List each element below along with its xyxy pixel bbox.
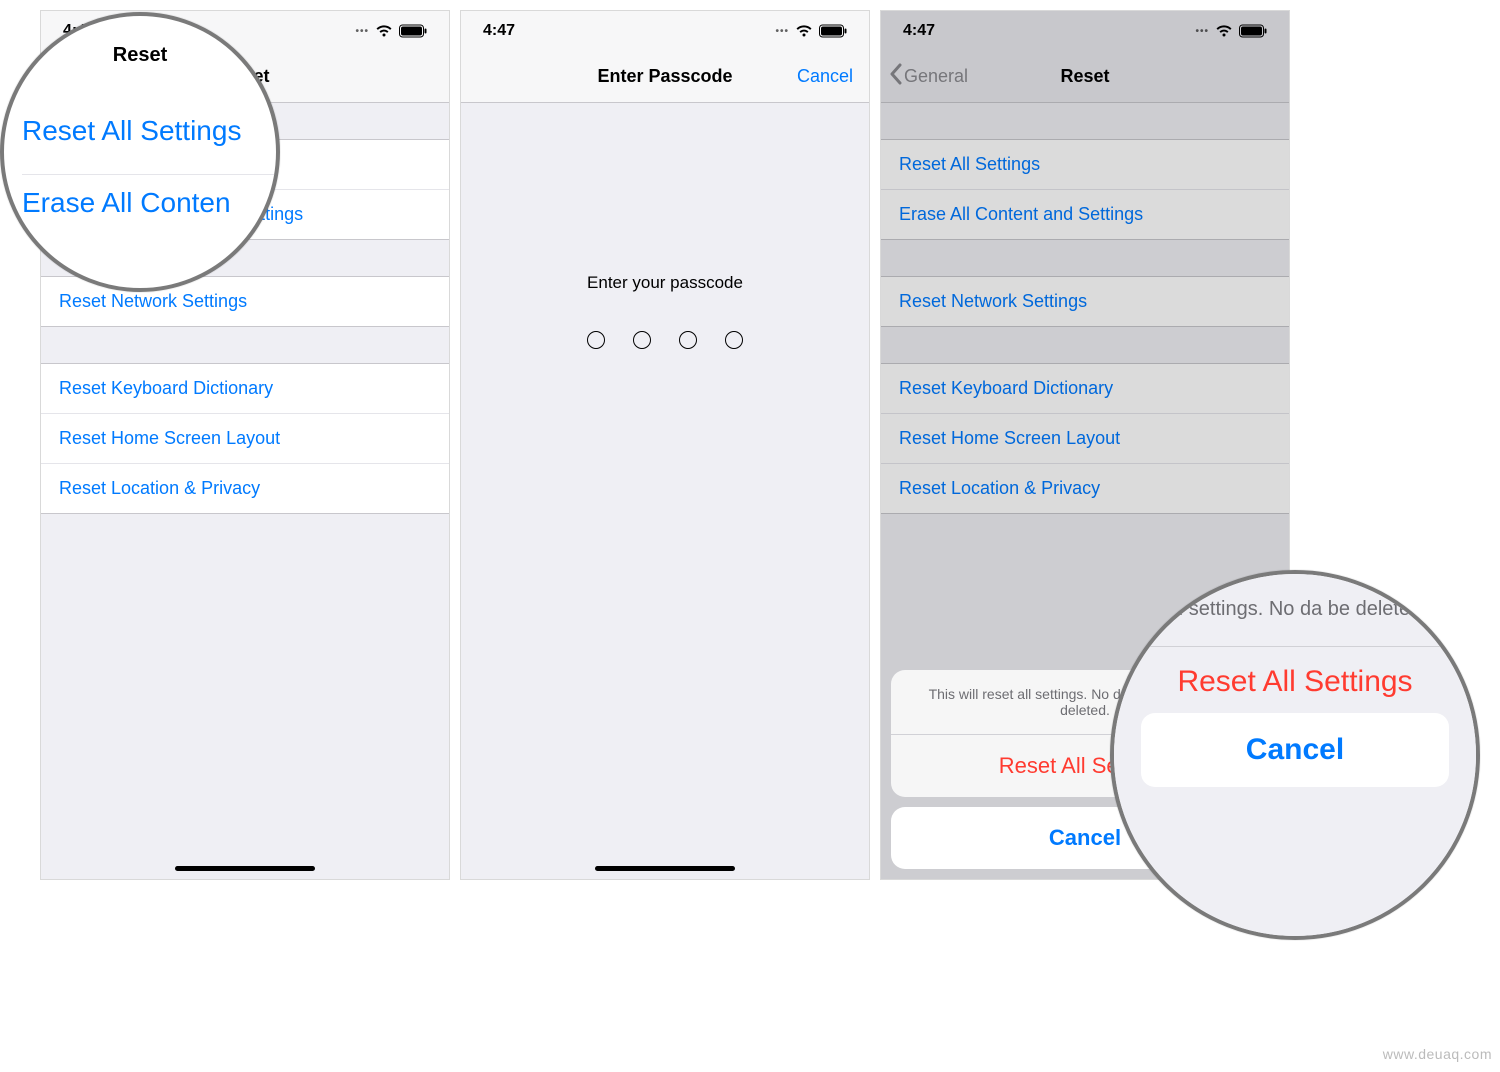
- wifi-icon: [375, 24, 393, 38]
- mag1-erase-all: Erase All Conten: [22, 187, 276, 219]
- settings-group-2: Reset Network Settings: [881, 276, 1289, 327]
- reset-location-privacy-cell[interactable]: Reset Location & Privacy: [881, 463, 1289, 514]
- passcode-prompt: Enter your passcode: [461, 273, 869, 293]
- reset-keyboard-cell[interactable]: Reset Keyboard Dictionary: [41, 363, 449, 413]
- nav-title: Enter Passcode: [597, 66, 732, 87]
- settings-group-3: Reset Keyboard Dictionary Reset Home Scr…: [881, 363, 1289, 514]
- home-indicator[interactable]: [175, 866, 315, 871]
- nav-title: Reset: [1060, 66, 1109, 87]
- cancel-button[interactable]: Cancel: [797, 66, 853, 87]
- reset-keyboard-cell[interactable]: Reset Keyboard Dictionary: [881, 363, 1289, 413]
- phone-screen-2: 4:47 ••• Enter Passcode Cancel Enter you…: [460, 10, 870, 880]
- reset-location-privacy-cell[interactable]: Reset Location & Privacy: [41, 463, 449, 514]
- mag2-separator: [1141, 646, 1449, 647]
- mag1-reset-all: Reset All Settings: [22, 115, 276, 147]
- signal-dots-icon: •••: [355, 26, 369, 37]
- settings-group-3: Reset Keyboard Dictionary Reset Home Scr…: [41, 363, 449, 514]
- status-right: •••: [1195, 24, 1267, 38]
- mag2-cancel-button: Cancel: [1246, 733, 1344, 766]
- reset-home-layout-cell[interactable]: Reset Home Screen Layout: [881, 413, 1289, 463]
- status-right: •••: [355, 24, 427, 38]
- magnifier-callout-2: all settings. No da be deleted. Reset Al…: [1110, 570, 1480, 940]
- passcode-dot: [587, 331, 605, 349]
- wifi-icon: [795, 24, 813, 38]
- back-label: General: [904, 66, 968, 87]
- watermark: www.deuaq.com: [1383, 1046, 1492, 1062]
- signal-dots-icon: •••: [775, 26, 789, 37]
- chevron-left-icon: [889, 63, 902, 90]
- mag2-cancel-block: Cancel: [1141, 713, 1449, 787]
- status-bar: 4:47 •••: [461, 11, 869, 51]
- passcode-dot: [725, 331, 743, 349]
- home-indicator[interactable]: [595, 866, 735, 871]
- signal-dots-icon: •••: [1195, 26, 1209, 37]
- reset-all-settings-cell[interactable]: Reset All Settings: [881, 139, 1289, 189]
- wifi-icon: [1215, 24, 1233, 38]
- nav-bar: Enter Passcode Cancel: [461, 51, 869, 103]
- erase-all-content-cell[interactable]: Erase All Content and Settings: [881, 189, 1289, 240]
- nav-bar: General Reset: [881, 51, 1289, 103]
- battery-icon: [399, 24, 427, 38]
- battery-icon: [1239, 24, 1267, 38]
- mag1-title: Reset: [4, 44, 276, 67]
- mag1-separator: [22, 174, 276, 175]
- magnifier-callout-1: Reset Reset All Settings Erase All Conte…: [0, 12, 280, 292]
- passcode-dot: [633, 331, 651, 349]
- back-button[interactable]: General: [889, 63, 968, 90]
- battery-icon: [819, 24, 847, 38]
- status-right: •••: [775, 24, 847, 38]
- passcode-dot: [679, 331, 697, 349]
- mag2-reset-button: Reset All Settings: [1177, 665, 1412, 699]
- reset-home-layout-cell[interactable]: Reset Home Screen Layout: [41, 413, 449, 463]
- reset-network-cell[interactable]: Reset Network Settings: [881, 276, 1289, 327]
- passcode-body: Enter your passcode: [461, 103, 869, 349]
- status-time: 4:47: [483, 22, 515, 40]
- status-time: 4:47: [903, 22, 935, 40]
- passcode-dots: [461, 331, 869, 349]
- mag2-message: all settings. No da be deleted.: [1133, 596, 1457, 622]
- status-bar: 4:47 •••: [881, 11, 1289, 51]
- settings-group-1: Reset All Settings Erase All Content and…: [881, 139, 1289, 240]
